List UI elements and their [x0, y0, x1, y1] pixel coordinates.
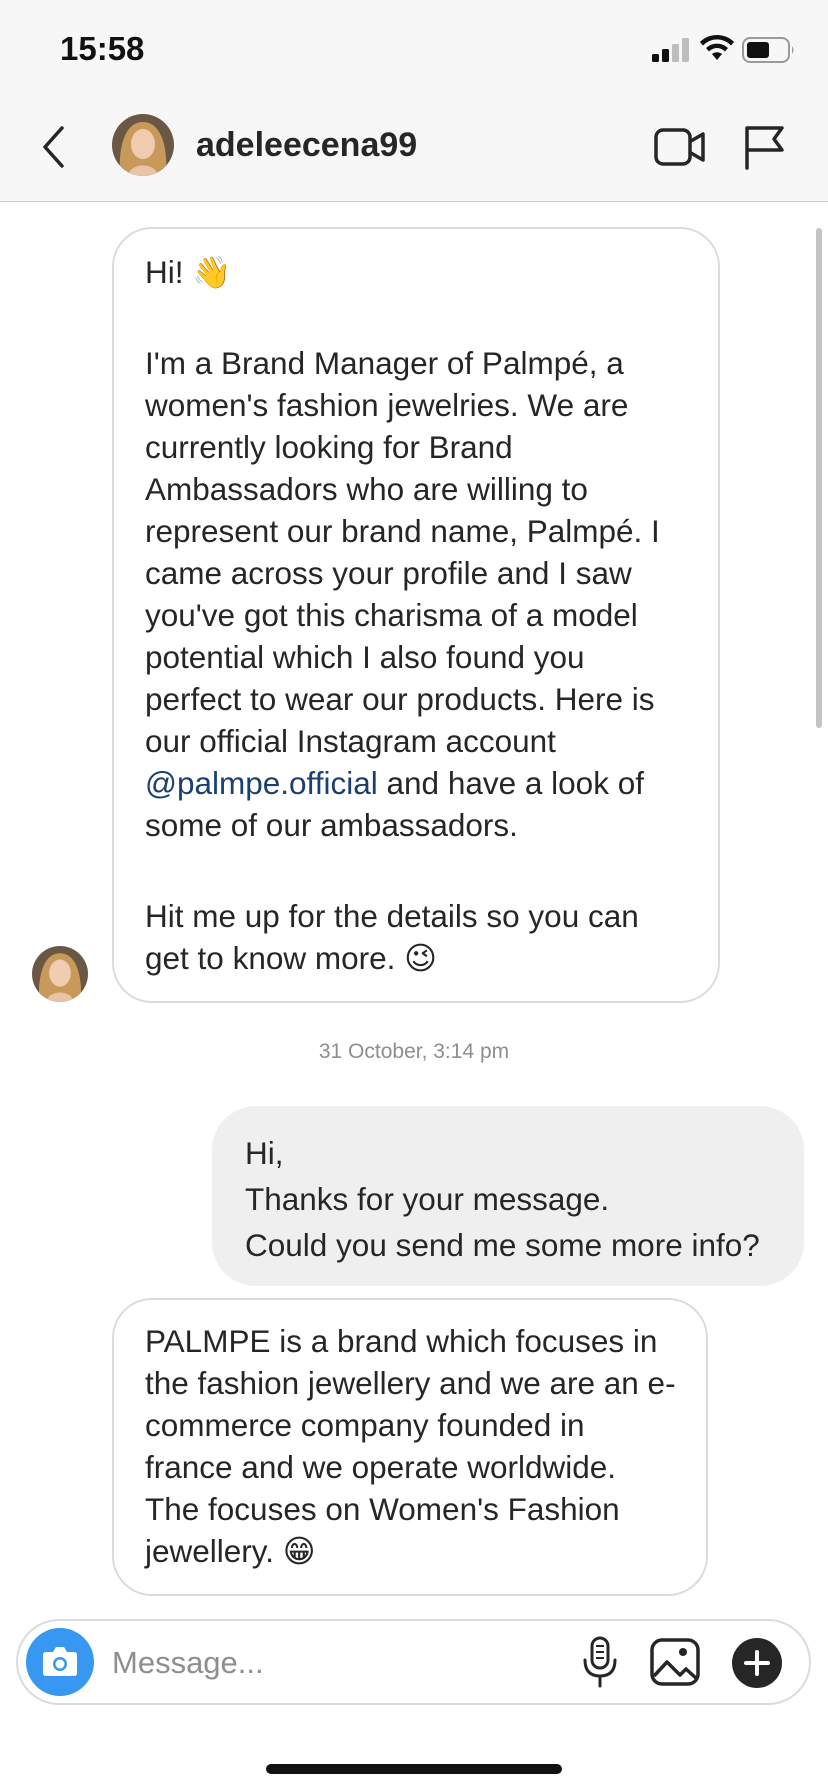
- sent-line: Could you send me some more info?: [245, 1227, 760, 1263]
- plus-icon: [744, 1650, 770, 1676]
- wifi-icon: [700, 34, 734, 60]
- scrollbar[interactable]: [816, 228, 822, 728]
- home-indicator[interactable]: [266, 1764, 562, 1774]
- sender-avatar[interactable]: [32, 946, 88, 1002]
- message-greeting: Hi! 👋: [145, 254, 232, 290]
- cellular-signal-icon: [652, 38, 689, 62]
- image-icon[interactable]: [650, 1638, 700, 1686]
- video-camera-icon[interactable]: [654, 126, 706, 168]
- message-input[interactable]: [110, 1636, 574, 1690]
- message-body: I'm a Brand Manager of Palmpé, a women's…: [145, 342, 688, 846]
- received-message-bubble[interactable]: PALMPE is a brand which focuses in the f…: [112, 1298, 708, 1596]
- received-message-bubble[interactable]: Hi! 👋 I'm a Brand Manager of Palmpé, a w…: [112, 227, 720, 1003]
- sent-line: Hi,: [245, 1135, 284, 1171]
- camera-icon: [43, 1647, 77, 1676]
- message-body-text: I'm a Brand Manager of Palmpé, a women's…: [145, 345, 660, 759]
- message-closing: Hit me up for the details so you can get…: [145, 898, 639, 976]
- camera-button[interactable]: [26, 1628, 94, 1696]
- battery-icon: [742, 37, 794, 63]
- sent-line: Thanks for your message.: [245, 1181, 610, 1217]
- plus-button[interactable]: [732, 1638, 782, 1688]
- avatar[interactable]: [112, 114, 174, 176]
- microphone-icon[interactable]: [580, 1636, 620, 1688]
- chevron-left-icon[interactable]: [40, 124, 68, 170]
- chat-username[interactable]: adeleecena99: [196, 126, 417, 165]
- mention-link[interactable]: @palmpe.official: [145, 765, 378, 801]
- status-time: 15:58: [60, 30, 145, 67]
- message-timestamp: 31 October, 3:14 pm: [318, 1040, 510, 1063]
- message-text: PALMPE is a brand which focuses in the f…: [145, 1323, 676, 1569]
- flag-icon[interactable]: [742, 124, 786, 170]
- sent-message-bubble[interactable]: Hi, Thanks for your message. Could you s…: [212, 1106, 804, 1286]
